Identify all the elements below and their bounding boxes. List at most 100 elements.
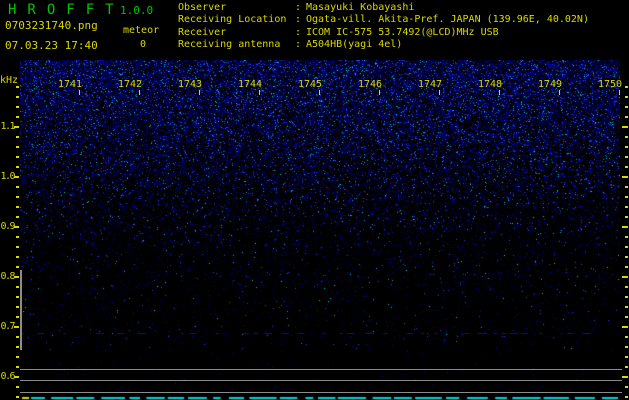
time-label: 1750 [598, 79, 623, 90]
info-value: A504HB(yagi 4el) [306, 39, 403, 51]
freq-minor-tick-right [625, 186, 628, 188]
freq-minor-tick-right [625, 206, 628, 208]
freq-minor-tick-right [625, 386, 628, 388]
filename-label: 0703231740.png [5, 19, 98, 32]
freq-minor-tick-right [625, 346, 628, 348]
freq-minor-tick-left [16, 156, 19, 158]
freq-minor-tick-left [16, 136, 19, 138]
app-version: 1.0.0 [120, 4, 154, 17]
time-tick [499, 90, 500, 95]
freq-major-tick-left [14, 226, 19, 228]
freq-minor-tick-right [625, 106, 628, 108]
time-tick [259, 90, 260, 95]
info-row-observer: Observer: Masayuki Kobayashi [178, 2, 589, 14]
freq-label: 0.9 [0, 221, 15, 232]
freq-minor-tick-left [16, 286, 19, 288]
reference-line-lower [20, 392, 622, 393]
time-tick [139, 90, 140, 95]
freq-minor-tick-left [16, 296, 19, 298]
freq-label: 1.1 [0, 121, 15, 132]
freq-minor-tick-right [625, 256, 628, 258]
time-label: 1748 [478, 79, 503, 90]
freq-minor-tick-left [16, 346, 19, 348]
freq-minor-tick-left [16, 266, 19, 268]
time-tick [379, 90, 380, 95]
freq-major-tick-right [622, 126, 628, 128]
time-label: 1742 [118, 79, 143, 90]
freq-major-tick-left [14, 176, 19, 178]
freq-minor-tick-right [625, 286, 628, 288]
freq-minor-tick-right [625, 296, 628, 298]
freq-major-tick-right [622, 376, 628, 378]
freq-minor-tick-right [625, 396, 628, 398]
info-row-receiver: Receiver: ICOM IC-575 53.7492(@LCD)MHz US… [178, 27, 589, 39]
time-label: 1741 [58, 79, 83, 90]
time-tick [619, 90, 620, 95]
freq-minor-tick-left [16, 116, 19, 118]
freq-major-tick-left [14, 326, 19, 328]
info-row-location: Receiving Location: Ogata-vill. Akita-Pre… [178, 14, 589, 26]
info-row-antenna: Receiving antenna: A504HB(yagi 4el) [178, 39, 589, 51]
freq-major-tick-right [622, 226, 628, 228]
freq-minor-tick-right [625, 306, 628, 308]
info-label: Receiving antenna [178, 39, 281, 51]
freq-minor-tick-left [16, 206, 19, 208]
info-label: Receiving Location [178, 14, 287, 26]
time-tick [199, 90, 200, 95]
time-tick [439, 90, 440, 95]
freq-major-tick-left [14, 126, 19, 128]
freq-minor-tick-right [625, 166, 628, 168]
freq-minor-tick-right [625, 356, 628, 358]
freq-minor-tick-right [625, 116, 628, 118]
time-label: 1747 [418, 79, 443, 90]
freq-minor-tick-left [16, 166, 19, 168]
freq-minor-tick-right [625, 316, 628, 318]
freq-minor-tick-right [625, 156, 628, 158]
time-tick [559, 90, 560, 95]
colon-separator: : [295, 39, 302, 51]
freq-label: 1.0 [0, 171, 15, 182]
colon-separator: : [295, 14, 302, 26]
freq-minor-tick-left [16, 96, 19, 98]
freq-label: 0.7 [0, 321, 15, 332]
freq-major-tick-right [622, 326, 628, 328]
colon-separator: : [295, 26, 302, 38]
freq-minor-tick-left [16, 216, 19, 218]
freq-minor-tick-left [16, 336, 19, 338]
time-tick [319, 90, 320, 95]
time-label: 1749 [538, 79, 563, 90]
spectrogram-noise-canvas [20, 60, 620, 400]
freq-minor-tick-left [16, 356, 19, 358]
freq-minor-tick-left [16, 256, 19, 258]
freq-major-tick-right [622, 276, 628, 278]
freq-minor-tick-left [16, 396, 19, 398]
app-title: HROFFT [8, 2, 125, 18]
info-label: Receiver [178, 26, 227, 38]
colon-separator: : [295, 2, 302, 13]
reference-line-upper [20, 369, 622, 370]
info-value: ICOM IC-575 53.7492(@LCD)MHz USB [306, 26, 499, 38]
freq-minor-tick-left [16, 306, 19, 308]
freq-minor-tick-right [625, 146, 628, 148]
info-value: Masayuki Kobayashi [306, 2, 415, 13]
freq-minor-tick-right [625, 336, 628, 338]
freq-minor-tick-right [625, 136, 628, 138]
freq-minor-tick-left [16, 196, 19, 198]
time-label: 1744 [238, 79, 263, 90]
freq-minor-tick-right [625, 86, 628, 88]
freq-minor-tick-right [625, 246, 628, 248]
frequency-axis-unit-label: kHz [0, 75, 19, 86]
freq-major-tick-right [622, 176, 628, 178]
freq-major-tick-left [14, 276, 19, 278]
freq-minor-tick-left [16, 246, 19, 248]
time-label: 1746 [358, 79, 383, 90]
calibration-bar [20, 270, 22, 350]
freq-major-tick-left [14, 376, 19, 378]
freq-minor-tick-right [625, 216, 628, 218]
datetime-label: 07.03.23 17:40 [5, 39, 98, 52]
freq-label: 0.6 [0, 371, 15, 382]
freq-minor-tick-right [625, 266, 628, 268]
hrofft-spectrogram-window: HROFFT 1.0.0 0703231740.png 07.03.23 17:… [0, 0, 629, 400]
freq-minor-tick-left [16, 146, 19, 148]
time-label: 1743 [178, 79, 203, 90]
